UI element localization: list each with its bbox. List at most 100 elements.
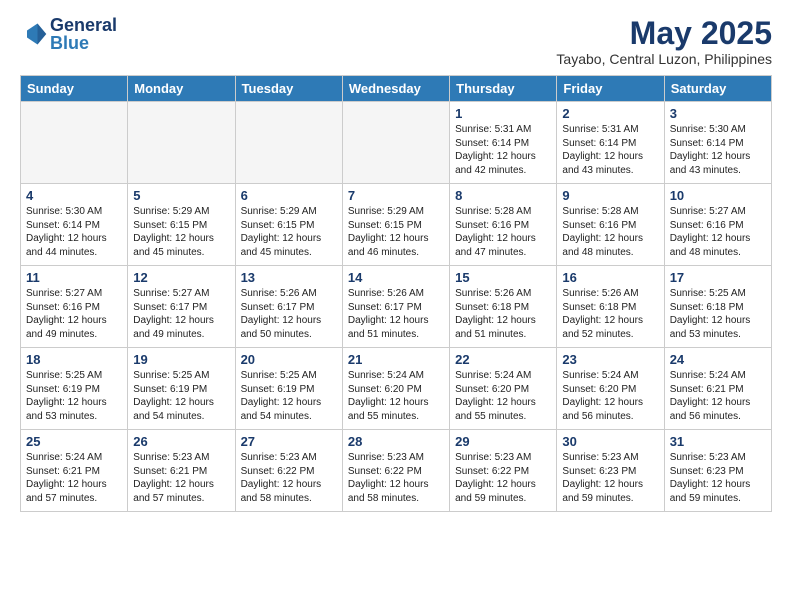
- calendar-cell: 6 Sunrise: 5:29 AM Sunset: 6:15 PM Daylig…: [235, 184, 342, 266]
- col-header-saturday: Saturday: [664, 76, 771, 102]
- day-number: 4: [26, 188, 122, 203]
- calendar-cell: 29 Sunrise: 5:23 AM Sunset: 6:22 PM Dayli…: [450, 430, 557, 512]
- calendar-cell: 18 Sunrise: 5:25 AM Sunset: 6:19 PM Dayli…: [21, 348, 128, 430]
- day-number: 22: [455, 352, 551, 367]
- calendar-cell: 2Sunrise: 5:31 AM Sunset: 6:14 PM Daylig…: [557, 102, 664, 184]
- week-row-2: 4 Sunrise: 5:30 AM Sunset: 6:14 PM Daylig…: [21, 184, 772, 266]
- day-number: 24: [670, 352, 766, 367]
- title-block: May 2025 Tayabo, Central Luzon, Philippi…: [556, 16, 772, 67]
- day-number: 15: [455, 270, 551, 285]
- cell-info: Sunrise: 5:24 AM Sunset: 6:21 PM Dayligh…: [26, 451, 122, 505]
- day-number: 10: [670, 188, 766, 203]
- week-row-5: 25 Sunrise: 5:24 AM Sunset: 6:21 PM Dayli…: [21, 430, 772, 512]
- calendar-cell: 1 Sunrise: 5:31 AM Sunset: 6:14 PM Daylig…: [450, 102, 557, 184]
- calendar-cell: 30Sunrise: 5:23 AM Sunset: 6:23 PM Dayli…: [557, 430, 664, 512]
- logo-text-blue: Blue: [50, 34, 117, 52]
- cell-info: Sunrise: 5:30 AM Sunset: 6:14 PM Dayligh…: [26, 205, 122, 259]
- day-number: 5: [133, 188, 229, 203]
- calendar-cell: 25 Sunrise: 5:24 AM Sunset: 6:21 PM Dayli…: [21, 430, 128, 512]
- day-number: 25: [26, 434, 122, 449]
- calendar-cell: 4 Sunrise: 5:30 AM Sunset: 6:14 PM Daylig…: [21, 184, 128, 266]
- col-header-sunday: Sunday: [21, 76, 128, 102]
- cell-info: Sunrise: 5:23 AM Sunset: 6:22 PM Dayligh…: [455, 451, 551, 505]
- day-number: 18: [26, 352, 122, 367]
- calendar-cell: 28Sunrise: 5:23 AM Sunset: 6:22 PM Dayli…: [342, 430, 449, 512]
- day-number: 19: [133, 352, 229, 367]
- calendar-cell: 16 Sunrise: 5:26 AM Sunset: 6:18 PM Dayli…: [557, 266, 664, 348]
- calendar-cell: 22 Sunrise: 5:24 AM Sunset: 6:20 PM Dayli…: [450, 348, 557, 430]
- cell-info: Sunrise: 5:27 AM Sunset: 6:16 PM Dayligh…: [670, 205, 766, 259]
- cell-info: Sunrise: 5:23 AM Sunset: 6:22 PM Dayligh…: [348, 451, 444, 505]
- cell-info: Sunrise: 5:26 AM Sunset: 6:17 PM Dayligh…: [348, 287, 444, 341]
- cell-info: Sunrise: 5:31 AM Sunset: 6:14 PM Dayligh…: [455, 123, 551, 177]
- cell-info: Sunrise: 5:29 AM Sunset: 6:15 PM Dayligh…: [241, 205, 337, 259]
- calendar-cell: 10 Sunrise: 5:27 AM Sunset: 6:16 PM Dayli…: [664, 184, 771, 266]
- day-number: 21: [348, 352, 444, 367]
- calendar-cell: 5 Sunrise: 5:29 AM Sunset: 6:15 PM Daylig…: [128, 184, 235, 266]
- day-number: 26: [133, 434, 229, 449]
- day-number: 6: [241, 188, 337, 203]
- calendar-cell: [128, 102, 235, 184]
- month-title: May 2025: [556, 16, 772, 51]
- calendar-cell: 31 Sunrise: 5:23 AM Sunset: 6:23 PM Dayli…: [664, 430, 771, 512]
- cell-info: Sunrise: 5:27 AM Sunset: 6:16 PM Dayligh…: [26, 287, 122, 341]
- day-number: 3: [670, 106, 766, 121]
- col-header-friday: Friday: [557, 76, 664, 102]
- day-number: 16: [562, 270, 658, 285]
- cell-info: Sunrise: 5:26 AM Sunset: 6:18 PM Dayligh…: [562, 287, 658, 341]
- day-number: 8: [455, 188, 551, 203]
- day-number: 14: [348, 270, 444, 285]
- calendar-cell: [235, 102, 342, 184]
- day-number: 20: [241, 352, 337, 367]
- cell-info: Sunrise: 5:30 AM Sunset: 6:14 PM Dayligh…: [670, 123, 766, 177]
- cell-info: Sunrise: 5:28 AM Sunset: 6:16 PM Dayligh…: [562, 205, 658, 259]
- day-number: 7: [348, 188, 444, 203]
- calendar-cell: 21 Sunrise: 5:24 AM Sunset: 6:20 PM Dayli…: [342, 348, 449, 430]
- calendar-cell: 23Sunrise: 5:24 AM Sunset: 6:20 PM Dayli…: [557, 348, 664, 430]
- logo: General Blue: [20, 16, 117, 52]
- calendar-cell: 26Sunrise: 5:23 AM Sunset: 6:21 PM Dayli…: [128, 430, 235, 512]
- day-number: 11: [26, 270, 122, 285]
- col-header-tuesday: Tuesday: [235, 76, 342, 102]
- day-number: 31: [670, 434, 766, 449]
- day-number: 12: [133, 270, 229, 285]
- calendar-cell: 17Sunrise: 5:25 AM Sunset: 6:18 PM Dayli…: [664, 266, 771, 348]
- day-number: 23: [562, 352, 658, 367]
- cell-info: Sunrise: 5:24 AM Sunset: 6:20 PM Dayligh…: [455, 369, 551, 423]
- day-number: 1: [455, 106, 551, 121]
- cell-info: Sunrise: 5:29 AM Sunset: 6:15 PM Dayligh…: [348, 205, 444, 259]
- week-row-4: 18 Sunrise: 5:25 AM Sunset: 6:19 PM Dayli…: [21, 348, 772, 430]
- day-number: 13: [241, 270, 337, 285]
- calendar-cell: [342, 102, 449, 184]
- cell-info: Sunrise: 5:28 AM Sunset: 6:16 PM Dayligh…: [455, 205, 551, 259]
- header: General Blue May 2025 Tayabo, Central Lu…: [20, 16, 772, 67]
- day-number: 2: [562, 106, 658, 121]
- calendar-cell: 12 Sunrise: 5:27 AM Sunset: 6:17 PM Dayli…: [128, 266, 235, 348]
- cell-info: Sunrise: 5:25 AM Sunset: 6:19 PM Dayligh…: [26, 369, 122, 423]
- day-number: 9: [562, 188, 658, 203]
- cell-info: Sunrise: 5:26 AM Sunset: 6:17 PM Dayligh…: [241, 287, 337, 341]
- calendar-cell: [21, 102, 128, 184]
- calendar-cell: 11 Sunrise: 5:27 AM Sunset: 6:16 PM Dayli…: [21, 266, 128, 348]
- cell-info: Sunrise: 5:25 AM Sunset: 6:19 PM Dayligh…: [133, 369, 229, 423]
- week-row-3: 11 Sunrise: 5:27 AM Sunset: 6:16 PM Dayli…: [21, 266, 772, 348]
- cell-info: Sunrise: 5:27 AM Sunset: 6:17 PM Dayligh…: [133, 287, 229, 341]
- page: General Blue May 2025 Tayabo, Central Lu…: [0, 0, 792, 522]
- cell-info: Sunrise: 5:25 AM Sunset: 6:19 PM Dayligh…: [241, 369, 337, 423]
- col-header-wednesday: Wednesday: [342, 76, 449, 102]
- cell-info: Sunrise: 5:23 AM Sunset: 6:22 PM Dayligh…: [241, 451, 337, 505]
- calendar-cell: 20 Sunrise: 5:25 AM Sunset: 6:19 PM Dayli…: [235, 348, 342, 430]
- calendar-cell: 27 Sunrise: 5:23 AM Sunset: 6:22 PM Dayli…: [235, 430, 342, 512]
- cell-info: Sunrise: 5:26 AM Sunset: 6:18 PM Dayligh…: [455, 287, 551, 341]
- calendar-cell: 24Sunrise: 5:24 AM Sunset: 6:21 PM Dayli…: [664, 348, 771, 430]
- day-number: 17: [670, 270, 766, 285]
- cell-info: Sunrise: 5:23 AM Sunset: 6:23 PM Dayligh…: [670, 451, 766, 505]
- cell-info: Sunrise: 5:29 AM Sunset: 6:15 PM Dayligh…: [133, 205, 229, 259]
- cell-info: Sunrise: 5:24 AM Sunset: 6:20 PM Dayligh…: [348, 369, 444, 423]
- col-header-monday: Monday: [128, 76, 235, 102]
- calendar-cell: 13 Sunrise: 5:26 AM Sunset: 6:17 PM Dayli…: [235, 266, 342, 348]
- header-row: SundayMondayTuesdayWednesdayThursdayFrid…: [21, 76, 772, 102]
- calendar-cell: 7 Sunrise: 5:29 AM Sunset: 6:15 PM Daylig…: [342, 184, 449, 266]
- day-number: 27: [241, 434, 337, 449]
- day-number: 29: [455, 434, 551, 449]
